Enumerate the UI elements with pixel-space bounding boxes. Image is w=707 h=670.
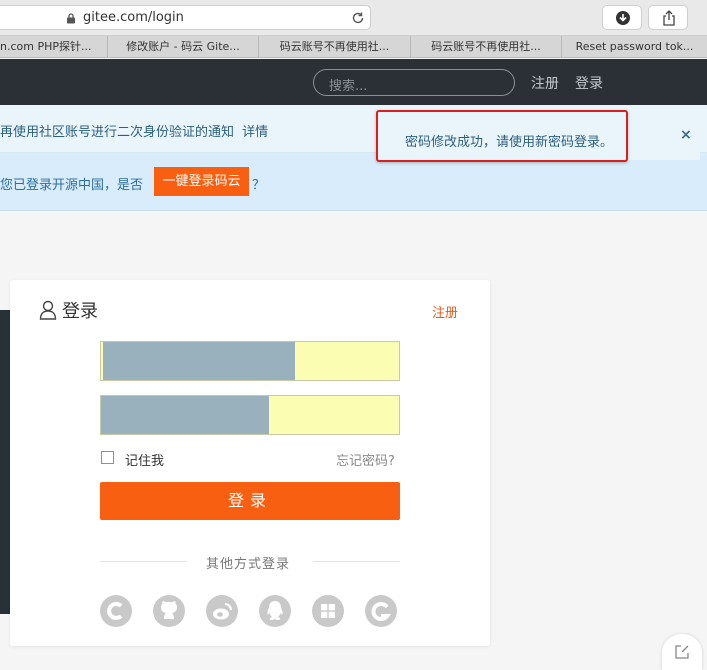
background-panel — [0, 310, 10, 614]
user-icon — [39, 300, 57, 320]
browser-tab-active[interactable]: Reset password tok... — [562, 36, 707, 58]
share-icon — [663, 10, 675, 26]
browser-tab[interactable]: n.com PHP探针... — [0, 36, 108, 58]
remember-me-checkbox[interactable] — [101, 451, 114, 464]
redacted-value — [101, 396, 269, 434]
address-bar[interactable]: gitee.com/login — [0, 5, 371, 30]
feedback-button[interactable] — [662, 634, 702, 670]
oschina-icon[interactable] — [100, 595, 132, 627]
downloads-button[interactable] — [602, 5, 642, 30]
toast-message: 密码修改成功，请使用新密码登录。 — [405, 135, 614, 150]
gitee-c-icon[interactable] — [365, 595, 397, 627]
share-button[interactable] — [648, 5, 688, 30]
username-field[interactable] — [100, 341, 400, 381]
forgot-password-link[interactable]: 忘记密码? — [336, 450, 395, 469]
header-register-link[interactable]: 注册 — [531, 73, 559, 93]
browser-tab[interactable]: 修改账户 - 码云 Gite... — [108, 36, 259, 58]
password-field[interactable] — [100, 395, 400, 435]
lock-icon — [67, 13, 75, 24]
register-link[interactable]: 注册 — [432, 302, 458, 321]
login-title: 登录 — [62, 301, 98, 322]
notice-text: 再使用社区账号进行二次身份验证的通知 详情 — [0, 125, 269, 140]
login-button[interactable]: 登录 — [100, 482, 400, 520]
download-icon — [616, 11, 630, 25]
divider-left — [100, 561, 187, 562]
tab-bar: n.com PHP探针... 修改账户 - 码云 Gite... 码云账号不再使… — [0, 36, 707, 58]
browser-tab[interactable]: 码云账号不再使用社... — [259, 36, 411, 58]
login-card: 登录 注册 记住我 忘记密码? 登录 其他方式登录 — [10, 280, 490, 646]
site-header: 搜索... 注册 登录 — [0, 59, 707, 105]
edit-icon — [675, 645, 689, 659]
weibo-icon[interactable] — [206, 595, 238, 627]
header-login-link[interactable]: 登录 — [575, 73, 603, 93]
other-login-methods-label: 其他方式登录 — [206, 557, 291, 572]
windows-icon[interactable] — [312, 595, 344, 627]
qq-icon[interactable] — [259, 595, 291, 627]
github-icon[interactable] — [153, 595, 185, 627]
reload-icon[interactable] — [350, 10, 366, 26]
oschina-login-text: 您已登录开源中国，是否 — [0, 178, 144, 193]
browser-toolbar: gitee.com/login — [0, 0, 707, 36]
close-icon[interactable]: × — [680, 127, 692, 143]
search-input[interactable]: 搜索... — [313, 69, 515, 96]
one-click-login-button[interactable]: 一键登录码云 — [154, 167, 249, 196]
divider-right — [313, 561, 400, 562]
browser-tab[interactable]: 码云账号不再使用社... — [411, 36, 562, 58]
success-toast: 密码修改成功，请使用新密码登录。 — [376, 110, 628, 162]
oschina-login-question-mark: ？ — [252, 178, 266, 193]
url-text: gitee.com/login — [83, 10, 184, 25]
redacted-value — [103, 342, 295, 380]
remember-me-label: 记住我 — [125, 454, 165, 469]
search-placeholder: 搜索... — [329, 79, 368, 94]
notice-details-link[interactable]: 详情 — [242, 125, 268, 140]
